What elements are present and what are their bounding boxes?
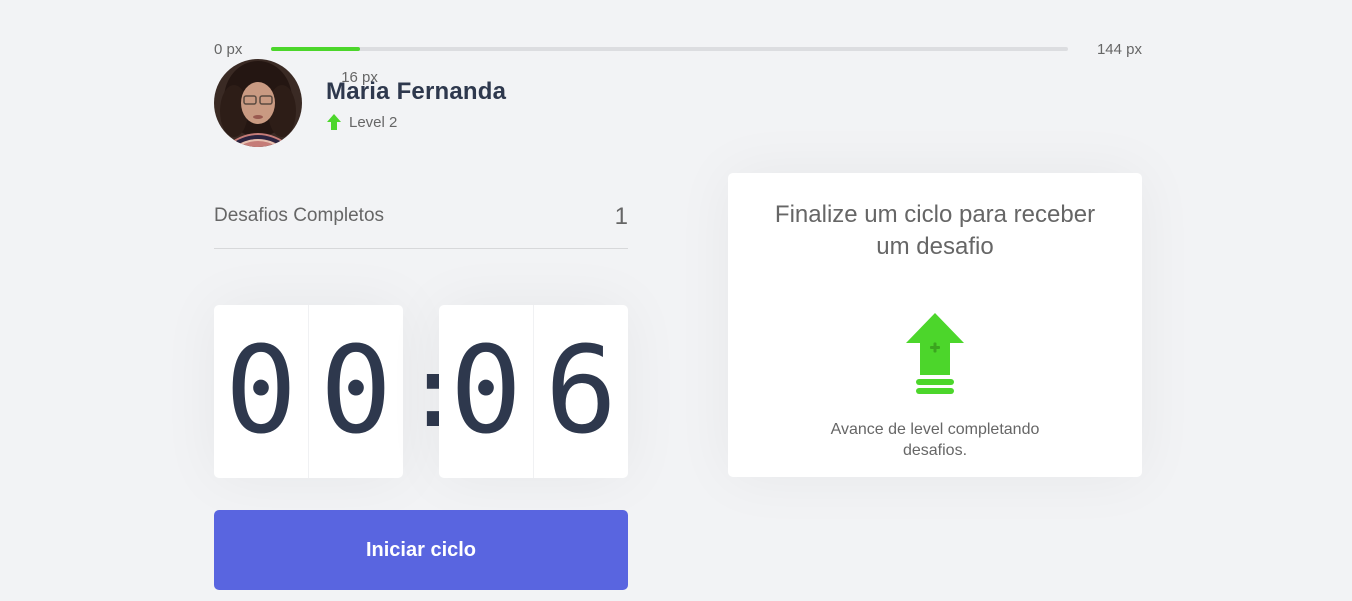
avatar xyxy=(214,59,302,147)
level-up-arrow-icon xyxy=(327,114,341,130)
seconds-box: 0 6 xyxy=(439,305,628,478)
profile-name: Maria Fernanda xyxy=(326,77,507,105)
app-page: 0 px 16 px 144 px Maria Fernanda Level 2… xyxy=(0,0,1352,601)
completed-challenges-label: Desafios Completos xyxy=(214,205,385,226)
experience-max-label: 144 px xyxy=(1096,41,1142,58)
minute-right-digit: 0 xyxy=(319,321,393,461)
profile-info: Maria Fernanda Level 2 xyxy=(326,78,506,131)
completed-challenges: Desafios Completos 1 xyxy=(214,196,628,249)
countdown-separator: : xyxy=(403,332,464,450)
challenge-card-title: Finalize um ciclo para receber um desafi… xyxy=(774,201,1096,260)
countdown: 0 0 : 0 6 xyxy=(214,305,628,478)
second-right-digit: 6 xyxy=(544,321,618,461)
start-cycle-button[interactable]: Iniciar ciclo xyxy=(214,510,628,590)
challenge-card: Finalize um ciclo para receber um desafi… xyxy=(728,173,1142,477)
challenge-card-text: Avance de level completando desafios. xyxy=(830,421,1040,459)
level-label: Level 2 xyxy=(349,113,398,131)
experience-fill xyxy=(271,47,360,51)
level-up-icon xyxy=(906,313,964,394)
experience-bar: 0 px 16 px 144 px xyxy=(214,38,1142,86)
experience-track: 16 px xyxy=(271,47,1068,86)
level-row: Level 2 xyxy=(326,114,506,131)
minutes-box: 0 0 xyxy=(214,305,403,478)
second-left-digit: 0 xyxy=(439,305,534,478)
completed-challenges-count: 1 xyxy=(614,203,628,230)
minute-left-digit: 0 xyxy=(214,305,309,478)
experience-min-label: 0 px xyxy=(214,41,243,58)
profile: Maria Fernanda Level 2 xyxy=(214,59,506,147)
